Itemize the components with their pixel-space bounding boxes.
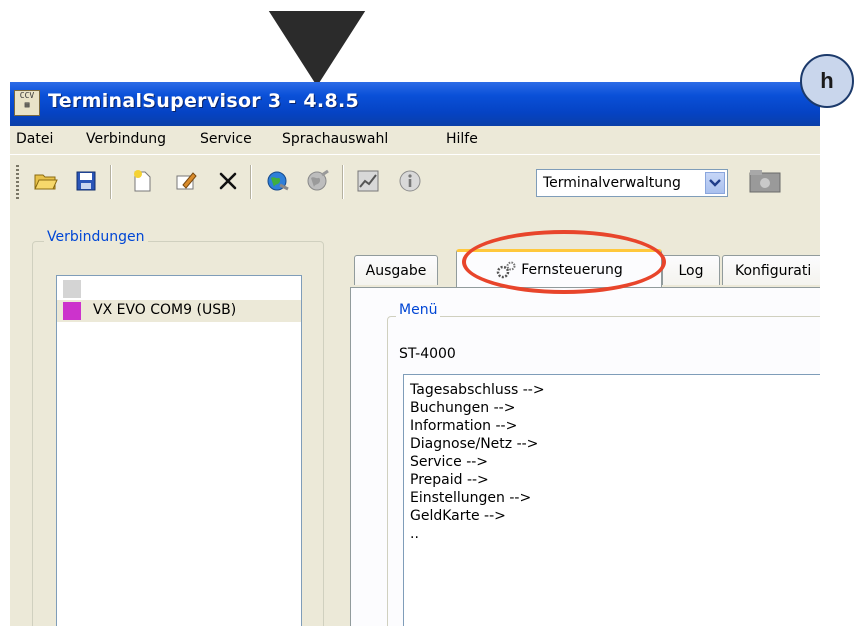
highlight-ring xyxy=(462,230,666,294)
menu-hilfe[interactable]: Hilfe xyxy=(446,131,478,147)
delete-icon[interactable] xyxy=(214,167,242,195)
toolbar-separator xyxy=(342,165,344,199)
main-content: Verbindungen VX EVO COM9 (USB) Ausgabe F… xyxy=(10,215,820,626)
new-icon[interactable] xyxy=(128,167,156,195)
pointer-triangle-icon xyxy=(265,9,369,90)
tab-log[interactable]: Log xyxy=(662,255,720,285)
connect-globe-icon[interactable] xyxy=(264,167,292,195)
menu-entry-information[interactable]: Information --> xyxy=(410,417,517,435)
app-window: CCV ▦ TerminalSupervisor 3 - 4.8.5 Datei … xyxy=(10,82,820,626)
terminal-mode-select[interactable]: Terminalverwaltung xyxy=(536,169,728,197)
menu-verbindung[interactable]: Verbindung xyxy=(86,131,166,147)
tab-konfiguration[interactable]: Konfigurati xyxy=(722,255,820,285)
open-folder-icon[interactable] xyxy=(32,167,60,195)
connections-list[interactable]: VX EVO COM9 (USB) xyxy=(56,275,302,626)
terminal-menu-list[interactable]: Tagesabschluss --> Buchungen --> Informa… xyxy=(403,374,820,626)
toolbar: Terminalverwaltung xyxy=(10,154,820,216)
menu-bar: Datei Verbindung Service Sprachauswahl H… xyxy=(10,126,820,154)
menu-sprachauswahl[interactable]: Sprachauswahl xyxy=(282,131,388,147)
toolbar-separator xyxy=(110,165,112,199)
menu-entry-prepaid[interactable]: Prepaid --> xyxy=(410,471,489,489)
toolbar-separator xyxy=(250,165,252,199)
terminal-folder-icon[interactable] xyxy=(748,167,782,195)
toolbar-grip[interactable] xyxy=(16,165,19,201)
step-badge: h xyxy=(800,54,854,108)
connections-group-label: Verbindungen xyxy=(44,229,148,245)
menu-group-label: Menü xyxy=(396,302,441,318)
window-title: TerminalSupervisor 3 - 4.8.5 xyxy=(48,90,360,112)
chevron-down-icon[interactable] xyxy=(705,172,725,194)
disconnect-globe-icon[interactable] xyxy=(304,167,332,195)
terminal-model-label: ST-4000 xyxy=(399,346,456,362)
tab-label: Log xyxy=(678,262,704,279)
menu-entry-tagesabschluss[interactable]: Tagesabschluss --> xyxy=(410,381,545,399)
list-item[interactable] xyxy=(57,278,301,300)
menu-entry-service[interactable]: Service --> xyxy=(410,453,488,471)
connection-color-swatch xyxy=(63,302,81,320)
menu-service[interactable]: Service xyxy=(200,131,252,147)
tab-ausgabe[interactable]: Ausgabe xyxy=(354,255,438,285)
connection-label: VX EVO COM9 (USB) xyxy=(93,302,237,318)
menu-entry-geldkarte[interactable]: GeldKarte --> xyxy=(410,507,506,525)
menu-entry-einstellungen[interactable]: Einstellungen --> xyxy=(410,489,531,507)
remote-control-panel: Menü ST-4000 Tagesabschluss --> Buchunge… xyxy=(350,287,820,626)
tab-label: Ausgabe xyxy=(365,262,427,279)
menu-entry-diagnose-netz[interactable]: Diagnose/Netz --> xyxy=(410,435,538,453)
menu-entry-parent[interactable]: .. xyxy=(410,525,419,543)
info-icon[interactable] xyxy=(396,167,424,195)
menu-entry-buchungen[interactable]: Buchungen --> xyxy=(410,399,515,417)
tab-label: Konfigurati xyxy=(735,262,812,279)
save-icon[interactable] xyxy=(72,167,100,195)
title-bar[interactable]: CCV ▦ TerminalSupervisor 3 - 4.8.5 xyxy=(10,82,820,126)
menu-datei[interactable]: Datei xyxy=(16,131,53,147)
list-item[interactable]: VX EVO COM9 (USB) xyxy=(57,300,301,322)
chart-icon[interactable] xyxy=(354,167,382,195)
connection-color-swatch xyxy=(63,280,81,298)
edit-icon[interactable] xyxy=(172,167,200,195)
terminal-mode-value: Terminalverwaltung xyxy=(543,175,681,191)
app-logo-icon: CCV ▦ xyxy=(14,90,40,116)
